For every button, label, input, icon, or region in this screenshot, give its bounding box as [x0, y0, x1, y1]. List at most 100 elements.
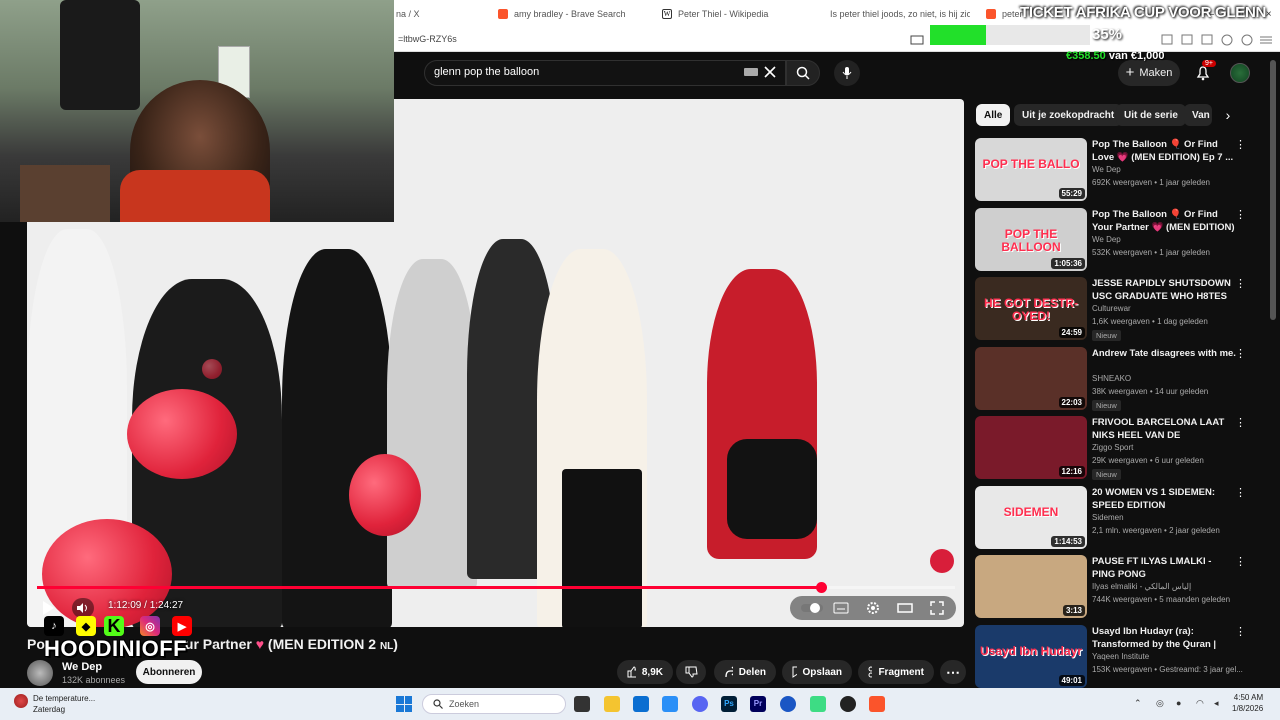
recommended-channel[interactable]: Ilyas elmaliki - إلياس المالكي [1092, 582, 1191, 591]
recommended-title[interactable]: Andrew Tate disagrees with me. [1092, 347, 1237, 360]
taskbar-search-input[interactable]: Zoeken [422, 694, 566, 714]
chip-all[interactable]: Alle [976, 104, 1011, 126]
browser-tab[interactable]: W Peter Thiel - Wikipedia [662, 4, 802, 24]
settings-button[interactable] [861, 598, 885, 618]
photoshop-icon[interactable]: Ps [721, 696, 737, 712]
kebab-menu-icon[interactable]: ⋮ [1235, 416, 1246, 430]
app-icon[interactable] [780, 696, 796, 712]
video-thumbnail[interactable]: SIDEMEN 1:14:53 [975, 485, 1087, 549]
chevron-up-icon[interactable]: ⌃ [1134, 698, 1146, 710]
video-thumbnail[interactable]: HE GOT DESTR-OYED! 24:59 [975, 277, 1087, 340]
speaker-icon[interactable]: ◂ [1214, 698, 1226, 710]
kebab-menu-icon[interactable]: ⋮ [1235, 625, 1246, 639]
microphone-icon[interactable]: ● [1176, 698, 1188, 710]
recommended-video[interactable]: SIDEMEN 1:14:53 20 WOMEN VS 1 SIDEMEN: S… [975, 485, 1260, 552]
recommended-title[interactable]: Usayd Ibn Hudayr (ra): Transformed by th… [1092, 625, 1237, 651]
video-thumbnail[interactable]: Usayd Ibn Hudayr 49:01 [975, 624, 1087, 688]
chip-from-search[interactable]: Uit je zoekopdracht [1014, 104, 1123, 126]
video-thumbnail[interactable]: 12:16 [975, 416, 1087, 479]
chevron-right-icon[interactable]: › [1218, 104, 1238, 126]
chip-from-channel[interactable]: Van [1184, 104, 1212, 126]
clear-search-icon[interactable] [764, 66, 776, 78]
windows-start-icon[interactable] [396, 696, 412, 712]
obs-icon[interactable] [840, 696, 856, 712]
voice-search-button[interactable] [834, 60, 860, 86]
recommended-video[interactable]: HE GOT DESTR-OYED! 24:59 JESSE RAPIDLY S… [975, 277, 1260, 343]
cast-icon[interactable] [910, 35, 924, 45]
app-icon[interactable] [810, 696, 826, 712]
video-thumbnail[interactable]: 22:03 [975, 346, 1087, 410]
theater-mode-button[interactable] [893, 598, 917, 618]
recommended-title[interactable]: JESSE RAPIDLY SHUTSDOWN USC GRADUATE WHO… [1092, 277, 1237, 303]
recommended-channel[interactable]: We Dep [1092, 165, 1121, 174]
search-query[interactable]: glenn pop the balloon [434, 66, 539, 78]
recommended-title[interactable]: PAUSE FT ILYAS LMALKI - PING PONG [1092, 555, 1237, 581]
file-explorer-icon[interactable] [604, 696, 620, 712]
sidebar-scrollbar[interactable] [1270, 60, 1276, 320]
edge-icon[interactable] [662, 696, 678, 712]
share-button[interactable]: Delen [714, 660, 776, 684]
weather-widget[interactable]: De temperature... Zaterdag [33, 693, 95, 715]
url-text[interactable]: =ltbwG-RZY6s [398, 34, 457, 44]
subtitles-button[interactable] [829, 598, 853, 618]
browser-tab[interactable]: Is peter thiel joods, zo niet, is hij zi… [824, 4, 970, 24]
play-button[interactable] [38, 598, 58, 618]
video-thumbnail[interactable]: POP THE BALLOON 1:05:36 [975, 207, 1087, 271]
recommended-title[interactable]: Pop The Balloon 🎈 Or Find Your Partner 💗… [1092, 208, 1237, 234]
save-button[interactable]: Opslaan [782, 660, 852, 684]
recommended-channel[interactable]: Sidemen [1092, 513, 1124, 522]
close-window-button[interactable]: × [1266, 9, 1272, 20]
channel-avatar[interactable] [27, 660, 53, 686]
subscribe-button[interactable]: Abonneren [136, 660, 202, 684]
premiere-icon[interactable]: Pr [750, 696, 766, 712]
autoplay-toggle[interactable] [800, 598, 824, 618]
keyboard-icon[interactable] [744, 67, 758, 77]
recommended-video[interactable]: POP THE BALLO 55:29 Pop The Balloon 🎈 Or… [975, 138, 1260, 204]
recommended-video[interactable]: 3:13 PAUSE FT ILYAS LMALKI - PING PONG I… [975, 555, 1260, 621]
fullscreen-button[interactable] [925, 598, 949, 618]
chip-from-series[interactable]: Uit de serie [1116, 104, 1186, 126]
weather-icon[interactable] [14, 694, 28, 708]
recommended-channel[interactable]: We Dep [1092, 235, 1121, 244]
recommended-title[interactable]: Pop The Balloon 🎈 Or Find Love 💗 (MEN ED… [1092, 138, 1237, 164]
like-button[interactable]: 8,9K [617, 660, 673, 684]
recommended-channel[interactable]: Culturewar [1092, 304, 1131, 313]
brave-icon[interactable] [869, 696, 885, 712]
recommended-channel[interactable]: SHNEAKO [1092, 374, 1131, 383]
video-thumbnail[interactable]: 3:13 [975, 555, 1087, 618]
kebab-menu-icon[interactable]: ⋮ [1235, 555, 1246, 569]
recommended-channel[interactable]: Yaqeen Institute [1092, 652, 1149, 661]
channel-watermark-logo[interactable] [930, 549, 954, 573]
browser-tab[interactable]: amy bradley - Brave Search [498, 4, 638, 24]
store-icon[interactable] [633, 696, 649, 712]
recommended-video[interactable]: POP THE BALLOON 1:05:36 Pop The Balloon … [975, 207, 1260, 274]
video-scrubber-handle[interactable] [815, 582, 827, 593]
kebab-menu-icon[interactable]: ⋮ [1235, 347, 1246, 361]
kebab-menu-icon[interactable]: ⋮ [1235, 208, 1246, 222]
recommended-video[interactable]: Usayd Ibn Hudayr 49:01 Usayd Ibn Hudayr … [975, 624, 1260, 691]
clip-button[interactable]: Fragment [858, 660, 934, 684]
video-thumbnail[interactable]: POP THE BALLO 55:29 [975, 138, 1087, 201]
more-actions-button[interactable]: ⋯ [940, 660, 966, 684]
browser-tab[interactable]: na / X [396, 4, 476, 24]
dislike-button[interactable] [676, 660, 706, 684]
channel-name[interactable]: We Dep [62, 661, 102, 673]
discord-icon[interactable] [692, 696, 708, 712]
create-button[interactable]: + Maken [1118, 60, 1180, 86]
recommended-title[interactable]: 20 WOMEN VS 1 SIDEMEN: SPEED EDITION [1092, 486, 1237, 512]
recommended-channel[interactable]: Ziggo Sport [1092, 443, 1133, 452]
shields-icon [1221, 34, 1233, 46]
kebab-menu-icon[interactable]: ⋮ [1235, 486, 1246, 500]
kebab-menu-icon[interactable]: ⋮ [1235, 138, 1246, 152]
search-button[interactable] [786, 60, 820, 86]
kebab-menu-icon[interactable]: ⋮ [1235, 277, 1246, 291]
network-icon[interactable]: ◎ [1156, 698, 1168, 710]
account-avatar[interactable] [1230, 63, 1250, 83]
recommended-title[interactable]: FRIVOOL BARCELONA LAAT NIKS HEEL VAN DE … [1092, 416, 1237, 442]
taskbar-clock[interactable]: 4:50 AM 1/8/2026 [1232, 692, 1263, 714]
recommended-video[interactable]: 12:16 FRIVOOL BARCELONA LAAT NIKS HEEL V… [975, 416, 1260, 482]
mute-button[interactable] [72, 598, 94, 618]
recommended-video[interactable]: 22:03 Andrew Tate disagrees with me. SHN… [975, 346, 1260, 413]
wifi-icon[interactable]: ◠ [1196, 698, 1208, 710]
task-view-icon[interactable] [574, 696, 590, 712]
